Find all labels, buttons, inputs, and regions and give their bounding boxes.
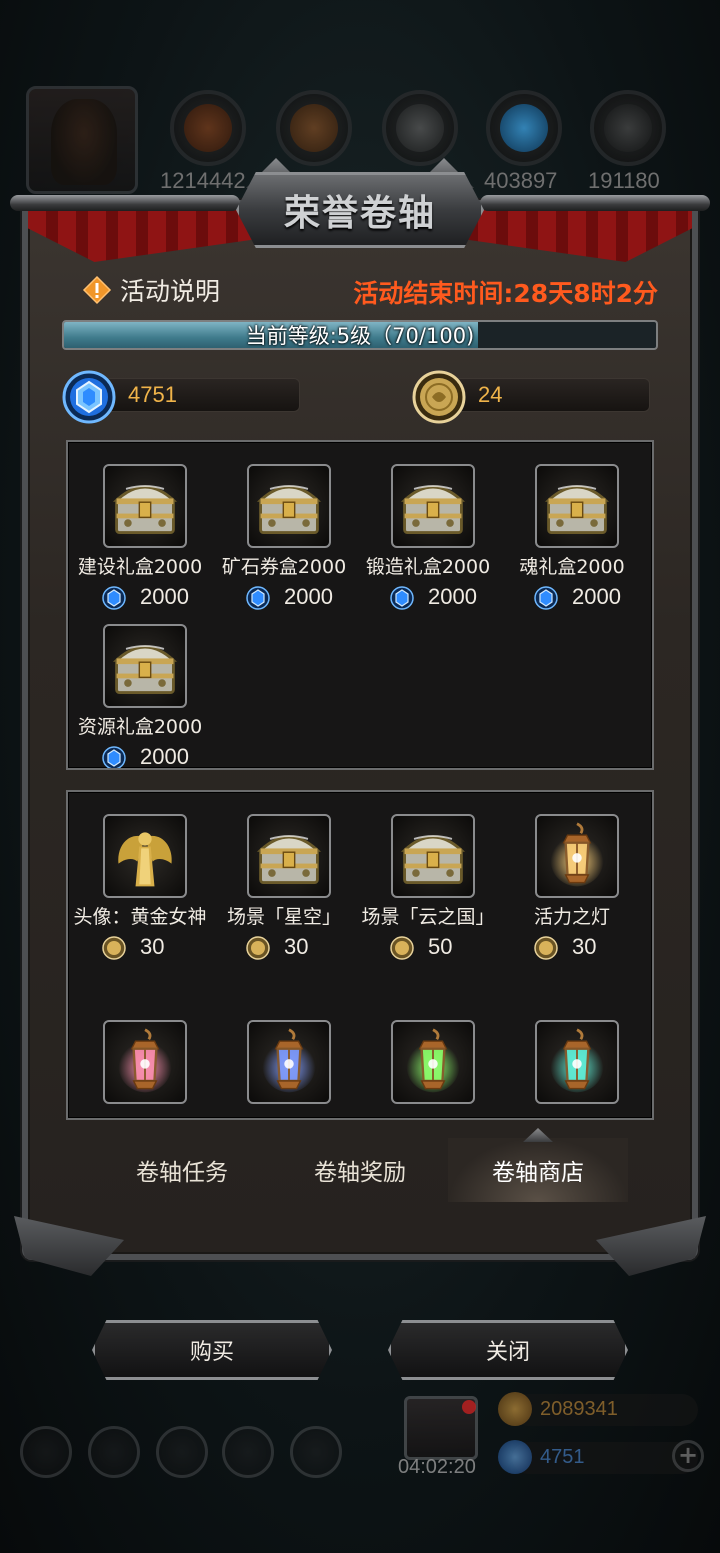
activity-info-button[interactable]: 活动说明 [82,272,220,308]
iron-resource-icon [382,90,458,166]
crystal-count: 403897 [484,168,558,193]
item-name: 矿石券盒2000 [221,556,347,578]
item-price: 2000 [284,584,333,609]
gift-timer: 04:02:20 [398,1456,476,1478]
warning-icon [82,275,112,305]
hammer-icon [290,1426,342,1478]
item-price: 2000 [140,584,189,609]
panel-title-plate: 荣誉卷轴 [236,172,484,248]
item-price: 30 [572,934,597,959]
item-price: 30 [140,934,165,959]
tab-scroll-rewards[interactable]: 卷轴奖励 [270,1138,450,1202]
tab-scroll-tasks[interactable]: 卷轴任务 [92,1138,272,1202]
right-ornament-rod [480,195,710,211]
gem-balance-value: 4751 [128,382,177,407]
close-button[interactable]: 关闭 [388,1320,628,1380]
item-price: 2000 [572,584,621,609]
chest-icon [247,814,331,898]
item-price: 2000 [428,584,477,609]
chest-icon [103,464,187,548]
item-name: 场景「云之国」 [361,906,495,928]
coin-icon [390,936,414,960]
gem-icon [246,586,270,610]
lantern-icon [535,814,619,898]
item-name: 建设礼盒2000 [77,556,203,578]
gem-icon [534,586,558,610]
coin-balance: 24 [412,370,652,424]
scroll-coin-icon [412,370,466,424]
gold-icon [498,1392,532,1426]
blue-gem-icon [62,370,116,424]
wood-count: 1214442 [160,168,246,193]
wood-resource-icon [170,90,246,166]
item-name: 资源礼盒2000 [77,716,203,738]
lumber-resource-icon [276,90,352,166]
hud-gold-value: 2089341 [540,1398,618,1420]
notification-dot [462,1400,476,1414]
chest-icon [391,814,475,898]
coin-shop-list[interactable]: 头像：黄金女神 30 场景「星空」 30 场景「云之国」 50 活力之灯 30 [66,790,654,1120]
star-icon [88,1426,140,1478]
add-icon: + [672,1440,704,1472]
item-name: 魂礼盒2000 [519,556,625,578]
coin-balance-value: 24 [478,382,503,407]
cyan-lantern-icon [535,1020,619,1104]
chest-icon [103,624,187,708]
item-name: 活力之灯 [533,906,610,928]
player-avatar [26,86,138,194]
coin-icon [246,936,270,960]
mail-icon [222,1426,274,1478]
chest-icon [535,464,619,548]
item-name: 头像：黄金女神 [73,906,207,928]
settings-gear-icon [20,1426,72,1478]
activity-end-time: 活动结束时间:28天8时2分 [353,279,658,308]
gem-shop-list[interactable]: 建设礼盒2000 2000 矿石券盒2000 2000 锻造礼盒2000 200… [66,440,654,770]
gem-icon [102,586,126,610]
level-progress-label: 当前等级:5级（70/100) [245,324,475,348]
left-ornament-rod [10,195,240,211]
gem-icon [498,1440,532,1474]
item-name: 锻造礼盒2000 [365,556,491,578]
stone-resource-icon [590,90,666,166]
level-progress-bar: 当前等级:5级（70/100) [62,320,658,350]
item-price: 2000 [140,744,189,769]
chest-icon [247,464,331,548]
hud-gem-value: 4751 [540,1446,585,1468]
coin-icon [102,936,126,960]
tab-scroll-shop[interactable]: 卷轴商店 [448,1138,628,1202]
gem-icon [390,586,414,610]
golden-goddess-icon [103,814,187,898]
coin-icon [534,936,558,960]
item-price: 50 [428,934,453,959]
chest-icon [391,464,475,548]
activity-info-label: 活动说明 [120,277,221,306]
pink-lantern-icon [103,1020,187,1104]
crystal-resource-icon [486,90,562,166]
item-price: 30 [284,934,309,959]
crest-icon [156,1426,208,1478]
gem-balance: 4751 [62,370,302,424]
green-lantern-icon [391,1020,475,1104]
blue-lantern-icon [247,1020,331,1104]
buy-button[interactable]: 购买 [92,1320,332,1380]
scroll-tabs: 卷轴任务 卷轴奖励 卷轴商店 [92,1138,628,1202]
item-name: 场景「星空」 [226,906,341,928]
gem-icon [102,746,126,768]
stone-count: 191180 [588,168,660,193]
panel-title: 荣誉卷轴 [283,192,436,234]
